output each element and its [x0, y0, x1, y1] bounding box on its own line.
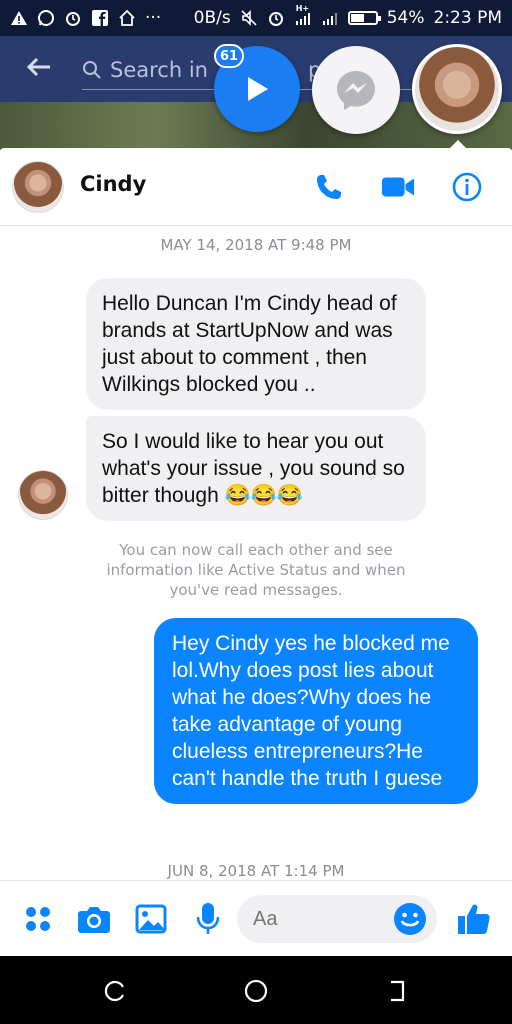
- network-speed: 0B/s: [193, 8, 231, 28]
- message-composer: [0, 880, 512, 956]
- signal-icon: [321, 9, 339, 27]
- chat-header: Cindy: [0, 148, 512, 226]
- call-button[interactable]: [312, 170, 346, 204]
- status-bar: ··· 0B/s H+ 54% 2:23 PM: [0, 0, 512, 36]
- info-icon: [452, 172, 482, 202]
- system-icons: 0B/s H+ 54% 2:23 PM: [193, 4, 503, 28]
- phone-icon: [317, 175, 341, 199]
- emoji-icon[interactable]: [393, 902, 427, 936]
- incoming-message[interactable]: So I would like to hear you out what's y…: [86, 416, 426, 521]
- navigation-bar: [0, 956, 512, 1024]
- voice-button[interactable]: [190, 901, 226, 937]
- network-type: H+: [295, 4, 310, 13]
- camera-icon: [78, 907, 110, 933]
- message-input[interactable]: [253, 907, 393, 931]
- incoming-message[interactable]: Hello Duncan I'm Cindy head of brands at…: [86, 278, 426, 410]
- message-timestamp: JUN 8, 2018 AT 1:14 PM: [167, 862, 345, 880]
- facebook-icon: [91, 9, 109, 27]
- four-dots-icon: [26, 907, 50, 931]
- messenger-icon: [337, 71, 375, 110]
- home-button[interactable]: [243, 978, 269, 1004]
- battery-percent: 54%: [386, 8, 425, 28]
- info-button[interactable]: [450, 170, 484, 204]
- more-notifications-icon: ···: [145, 8, 162, 28]
- home-outline-icon: [118, 9, 136, 27]
- video-camera-icon: [381, 177, 415, 197]
- notification-icons: ···: [10, 8, 161, 28]
- more-actions-button[interactable]: [20, 901, 56, 937]
- recent-apps-button[interactable]: [102, 978, 128, 1004]
- search-placeholder: Search in: [110, 57, 208, 82]
- contact-message-avatar: [18, 470, 68, 520]
- laughing-emoji-icon: 😂😂😂: [224, 484, 304, 507]
- contact-name[interactable]: Cindy: [80, 172, 146, 196]
- gallery-button[interactable]: [133, 901, 169, 937]
- messenger-chat-head[interactable]: [312, 46, 400, 134]
- alarm-icon: [267, 9, 285, 27]
- chat-panel: Cindy MAY 14, 2018 AT 9:48 PM Hello Dunc…: [0, 148, 512, 956]
- image-icon: [135, 904, 167, 934]
- thumbs-up-icon: [458, 904, 490, 934]
- clock: 2:23 PM: [433, 8, 503, 28]
- contact-avatar[interactable]: [12, 161, 64, 213]
- home-circle-icon: [244, 979, 268, 1003]
- back-arrow-icon[interactable]: [26, 55, 52, 85]
- camera-button[interactable]: [76, 901, 112, 937]
- search-icon: [83, 60, 101, 79]
- warning-icon: [10, 9, 28, 27]
- back-icon: [391, 980, 405, 1002]
- contact-chat-head-avatar[interactable]: [412, 44, 502, 134]
- call-info-notice: You can now call each other and see info…: [106, 541, 406, 599]
- battery-icon: [347, 11, 381, 25]
- alarm-icon: [64, 9, 82, 27]
- whatsapp-icon: [37, 9, 55, 27]
- message-input-pill[interactable]: [237, 895, 437, 943]
- play-icon: [248, 77, 268, 101]
- battery-fill: [350, 14, 364, 22]
- mobile-signal-icon: H+: [294, 4, 312, 27]
- back-button[interactable]: [384, 978, 410, 1004]
- message-timestamp: MAY 14, 2018 AT 9:48 PM: [160, 236, 352, 254]
- video-call-button[interactable]: [381, 170, 415, 204]
- recent-apps-icon: [104, 980, 124, 1002]
- outgoing-message[interactable]: Hey Cindy yes he blocked me lol.Why does…: [154, 618, 478, 804]
- like-button[interactable]: [456, 901, 492, 937]
- mute-icon: [240, 9, 258, 27]
- unread-badge: 61: [214, 44, 244, 68]
- microphone-icon: [196, 903, 220, 934]
